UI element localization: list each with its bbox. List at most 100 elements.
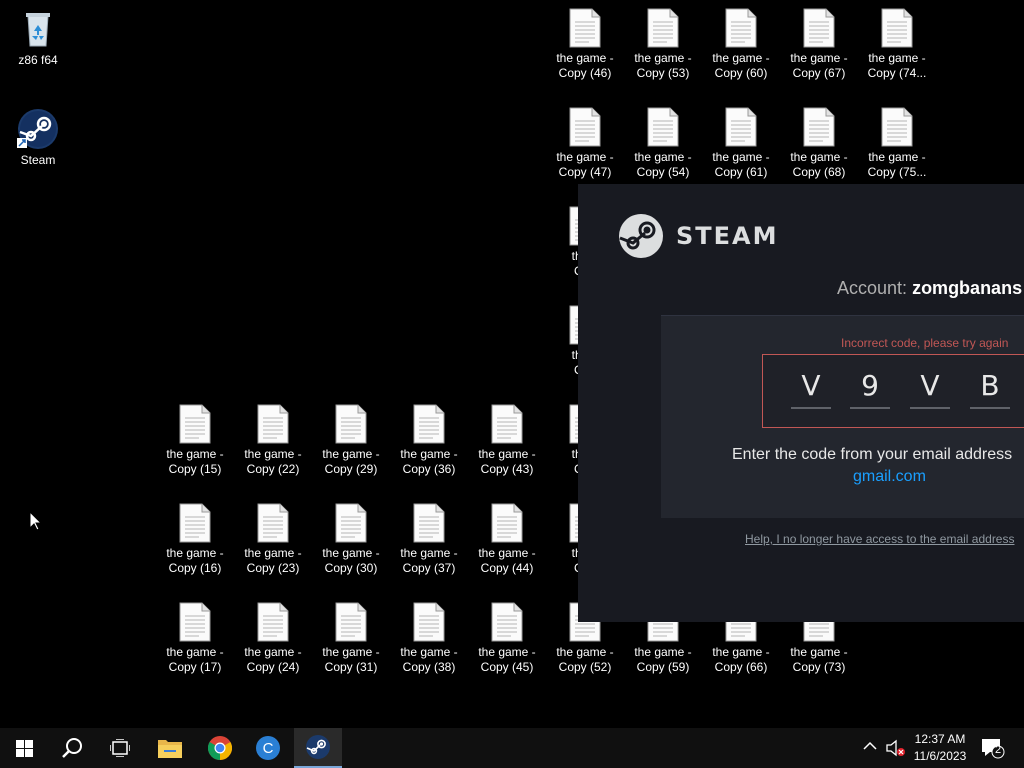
file-label-line1: the game -	[790, 51, 848, 65]
chevron-up-icon[interactable]	[862, 740, 878, 752]
chrome-button[interactable]	[196, 728, 244, 768]
account-name: zomgbanans	[912, 278, 1023, 298]
desktop-file-icon[interactable]: the game - Copy (17)	[158, 602, 232, 675]
file-label-line2: Copy (29)	[324, 462, 378, 476]
file-label-line1: the game -	[244, 447, 302, 461]
steam-taskbar-button[interactable]	[294, 728, 342, 768]
file-label-line2: Copy (61)	[714, 165, 768, 179]
code-input-box[interactable]: V 9 V B	[762, 354, 1024, 428]
desktop-file-icon[interactable]: the game - Copy (22)	[236, 404, 310, 477]
steam-icon	[306, 735, 330, 759]
file-label-line2: Copy (75...	[867, 165, 927, 179]
desktop-file-icon[interactable]: the game - Copy (24)	[236, 602, 310, 675]
file-label-line2: Copy (68)	[792, 165, 846, 179]
text-file-icon	[647, 8, 679, 48]
file-label-line2: Copy (66)	[714, 660, 768, 674]
search-button[interactable]	[48, 728, 96, 768]
file-label-line1: the game -	[712, 645, 770, 659]
text-file-icon	[725, 107, 757, 147]
desktop-icon-label: Steam	[20, 153, 56, 167]
steam-icon	[619, 214, 663, 258]
text-file-icon	[179, 602, 211, 642]
file-label-line2: Copy (73)	[792, 660, 846, 674]
file-label-line2: Copy (74...	[867, 66, 927, 80]
start-button[interactable]	[0, 728, 48, 768]
desktop-file-icon[interactable]: the game - Copy (44)	[470, 503, 544, 576]
code-char-2[interactable]: 9	[850, 369, 890, 409]
email-domain: gmail.com	[853, 468, 926, 485]
file-label-line2: Copy (31)	[324, 660, 378, 674]
file-label-line1: the game -	[556, 645, 614, 659]
desktop-file-icon[interactable]: the game - Copy (75...	[860, 107, 934, 180]
file-label-line1: the game -	[478, 546, 536, 560]
file-label-line2: Copy (17)	[168, 660, 222, 674]
file-label-line2: Copy (22)	[246, 462, 300, 476]
desktop-file-icon[interactable]: the game - Copy (43)	[470, 404, 544, 477]
text-file-icon	[257, 404, 289, 444]
file-explorer-button[interactable]	[146, 728, 194, 768]
file-label-line2: Copy (44)	[480, 561, 534, 575]
text-file-icon	[491, 404, 523, 444]
file-label-line2: Copy (53)	[636, 66, 690, 80]
desktop-file-icon[interactable]: the game - Copy (60)	[704, 8, 778, 81]
desktop-file-icon[interactable]: the game - Copy (37)	[392, 503, 466, 576]
desktop-file-icon[interactable]: the game - Copy (15)	[158, 404, 232, 477]
text-file-icon	[881, 107, 913, 147]
text-file-icon	[569, 107, 601, 147]
file-label-line1: the game -	[322, 447, 380, 461]
code-char-4[interactable]: B	[970, 369, 1010, 409]
desktop-file-icon[interactable]: the game - Copy (46)	[548, 8, 622, 81]
file-label-line1: the game -	[556, 51, 614, 65]
text-file-icon	[179, 404, 211, 444]
desktop-file-icon[interactable]: the game - Copy (45)	[470, 602, 544, 675]
notification-count: 2	[994, 744, 1002, 756]
desktop-file-icon[interactable]: the game - Copy (36)	[392, 404, 466, 477]
desktop-file-icon[interactable]: the game - Copy (61)	[704, 107, 778, 180]
text-file-icon	[335, 404, 367, 444]
help-no-access-link[interactable]: Help, I no longer have access to the ema…	[745, 532, 1014, 546]
desktop-icon-steam[interactable]: Steam	[1, 108, 75, 168]
code-char-1[interactable]: V	[791, 369, 831, 409]
file-label-line1: the game -	[556, 150, 614, 164]
text-file-icon	[335, 503, 367, 543]
desktop-file-icon[interactable]: the game - Copy (38)	[392, 602, 466, 675]
desktop-file-icon[interactable]: the game - Copy (67)	[782, 8, 856, 81]
chrome-icon	[208, 736, 232, 760]
file-label-line1: the game -	[868, 150, 926, 164]
file-label-line2: Copy (38)	[402, 660, 456, 674]
text-file-icon	[647, 107, 679, 147]
desktop-icon-recycle-bin[interactable]: z86 f64	[1, 8, 75, 68]
file-label-line1: the game -	[790, 150, 848, 164]
desktop-file-icon[interactable]: the game - Copy (30)	[314, 503, 388, 576]
mouse-cursor-icon	[30, 512, 42, 531]
desktop-file-icon[interactable]: the game - Copy (54)	[626, 107, 700, 180]
file-label-line2: Copy (30)	[324, 561, 378, 575]
desktop-file-icon[interactable]: the game - Copy (68)	[782, 107, 856, 180]
desktop-file-icon[interactable]: the game - Copy (23)	[236, 503, 310, 576]
file-label-line1: the game -	[634, 51, 692, 65]
file-label-line1: the game -	[712, 51, 770, 65]
file-label-line2: Copy (45)	[480, 660, 534, 674]
taskbar-clock[interactable]: 12:37 AM 11/6/2023	[910, 731, 970, 765]
file-label-line2: Copy (59)	[636, 660, 690, 674]
task-view-button[interactable]	[96, 728, 144, 768]
file-label-line1: the game -	[634, 645, 692, 659]
desktop-file-icon[interactable]: the game - Copy (74...	[860, 8, 934, 81]
file-label-line1: the game -	[400, 546, 458, 560]
text-file-icon	[257, 602, 289, 642]
file-label-line2: Copy (60)	[714, 66, 768, 80]
text-file-icon	[413, 602, 445, 642]
desktop-file-icon[interactable]: the game - Copy (47)	[548, 107, 622, 180]
code-char-3[interactable]: V	[910, 369, 950, 409]
desktop-file-icon[interactable]: the game - Copy (16)	[158, 503, 232, 576]
code-panel: Incorrect code, please try again V 9 V B…	[661, 315, 1024, 518]
desktop-file-icon[interactable]: the game - Copy (53)	[626, 8, 700, 81]
desktop-file-icon[interactable]: the game - Copy (31)	[314, 602, 388, 675]
desktop-file-icon[interactable]: the game - Copy (29)	[314, 404, 388, 477]
speaker-muted-icon[interactable]	[886, 739, 906, 757]
file-label-line1: the game -	[478, 645, 536, 659]
file-label-line1: the game -	[478, 447, 536, 461]
app-c-button[interactable]: C	[244, 728, 292, 768]
file-label-line2: Copy (46)	[558, 66, 612, 80]
notification-center-button[interactable]: 2	[980, 737, 1006, 764]
